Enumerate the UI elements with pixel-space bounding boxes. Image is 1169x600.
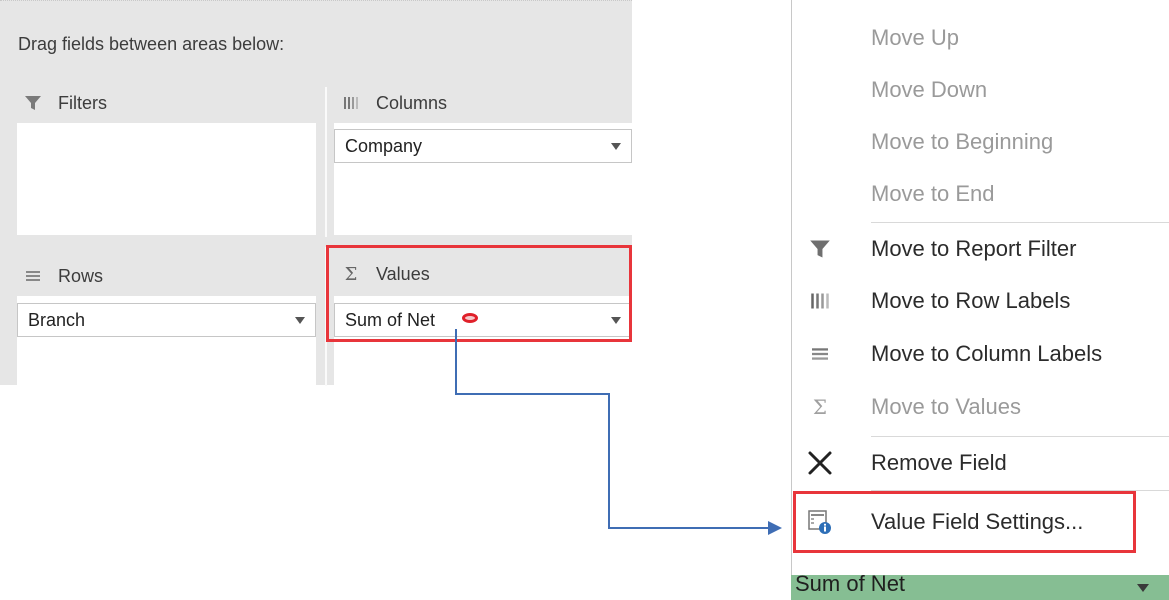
filter-icon xyxy=(802,231,838,267)
selected-field-label: Sum of Net xyxy=(795,571,906,596)
menu-item-label: Move to End xyxy=(871,181,995,206)
pane-instruction: Drag fields between areas below: xyxy=(18,34,285,54)
arrow-head-icon xyxy=(768,521,782,535)
rows-icon xyxy=(802,336,838,372)
menu-item-move-up[interactable]: Move Up xyxy=(792,12,1169,64)
company-field-label: Company xyxy=(345,135,423,156)
columns-icon xyxy=(802,283,838,319)
rows-drop-zone[interactable]: Branch xyxy=(17,296,316,386)
menu-item-move-to-row-labels[interactable]: Move to Row Labels xyxy=(792,275,1169,327)
rows-icon xyxy=(22,266,44,286)
branch-field-chip[interactable]: Branch xyxy=(17,303,316,337)
menu-item-label: Move Up xyxy=(871,25,960,50)
value-field-settings-highlight xyxy=(793,491,1136,553)
menu-item-label: Move to Column Labels xyxy=(871,341,1103,366)
menu-item-move-to-end[interactable]: Move to End xyxy=(792,168,1169,220)
columns-drop-zone[interactable]: Company xyxy=(334,123,632,235)
menu-item-move-to-column-labels[interactable]: Move to Column Labels xyxy=(792,328,1169,380)
menu-item-label: Move to Beginning xyxy=(871,129,1054,154)
connector-line xyxy=(455,329,457,394)
dropdown-arrow-icon[interactable] xyxy=(1137,584,1149,592)
menu-item-label: Remove Field xyxy=(871,450,1007,475)
menu-item-move-down[interactable]: Move Down xyxy=(792,64,1169,116)
company-field-chip[interactable]: Company xyxy=(334,129,632,163)
rows-area-title: Rows xyxy=(58,265,104,286)
values-area-highlight xyxy=(326,245,632,342)
column-divider xyxy=(325,87,327,237)
filters-area-header: Filters xyxy=(22,83,107,123)
menu-item-remove-field[interactable]: Remove Field xyxy=(792,437,1169,489)
filters-drop-zone[interactable] xyxy=(17,123,316,235)
branch-field-label: Branch xyxy=(28,309,86,330)
columns-area-header: Columns xyxy=(340,83,447,123)
click-marker-icon xyxy=(462,313,478,323)
menu-item-move-to-beginning[interactable]: Move to Beginning xyxy=(792,116,1169,168)
close-x-icon xyxy=(802,445,838,481)
connector-line xyxy=(455,393,610,395)
connector-line xyxy=(608,527,768,529)
dropdown-arrow-icon[interactable] xyxy=(611,143,621,150)
menu-item-label: Move to Values xyxy=(871,394,1022,419)
columns-icon xyxy=(340,93,362,113)
menu-item-move-to-values[interactable]: Σ Move to Values xyxy=(792,381,1169,433)
menu-item-label: Move Down xyxy=(871,77,988,102)
filters-area-title: Filters xyxy=(58,92,107,113)
rows-area-header: Rows xyxy=(22,256,103,296)
dropdown-arrow-icon[interactable] xyxy=(295,317,305,324)
selected-field-bar[interactable]: Sum of Net xyxy=(791,571,1169,600)
menu-item-label: Move to Row Labels xyxy=(871,288,1071,313)
connector-line xyxy=(608,393,610,529)
sigma-icon: Σ xyxy=(812,395,828,419)
menu-item-move-to-report-filter[interactable]: Move to Report Filter xyxy=(792,223,1169,275)
columns-area-title: Columns xyxy=(376,92,448,113)
menu-item-label: Move to Report Filter xyxy=(871,236,1077,261)
filter-icon xyxy=(22,93,44,113)
